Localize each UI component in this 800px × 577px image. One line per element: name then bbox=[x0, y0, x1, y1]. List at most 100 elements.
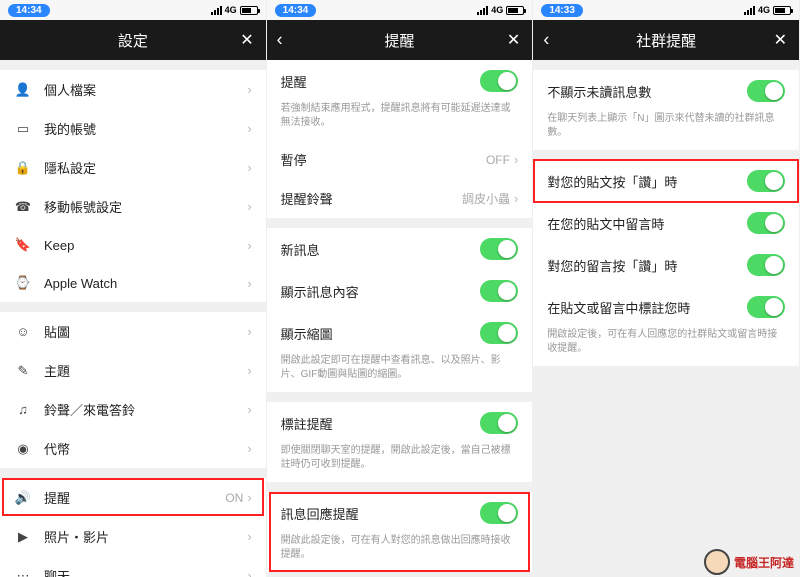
nav-title: 社群提醒 bbox=[636, 30, 696, 51]
status-bar: 14:34 4G bbox=[0, 0, 266, 20]
row-privacy[interactable]: 🔒隱私設定› bbox=[0, 148, 266, 187]
chevron-right-icon: › bbox=[247, 363, 251, 378]
chevron-right-icon: › bbox=[247, 160, 251, 175]
nav-title: 設定 bbox=[118, 30, 148, 51]
row-showcontent[interactable]: 顯示訊息內容 bbox=[267, 270, 533, 312]
status-indicators: 4G bbox=[744, 5, 791, 15]
subtext: 即使關閉聊天室的提醒，開啟此設定後，當自己被標註時仍可收到提醒。 bbox=[267, 444, 533, 482]
row-ringtone[interactable]: ♫鈴聲／來電答鈴› bbox=[0, 390, 266, 429]
row-notifications[interactable]: 🔊提醒ON› bbox=[0, 478, 266, 517]
network-label: 4G bbox=[491, 5, 503, 15]
signal-icon bbox=[477, 6, 488, 15]
row-comment-like[interactable]: 對您的留言按「讚」時 bbox=[533, 244, 799, 286]
chevron-right-icon: › bbox=[247, 238, 251, 253]
row-move-account[interactable]: ☎移動帳號設定› bbox=[0, 187, 266, 226]
coin-icon: ◉ bbox=[14, 441, 32, 457]
chevron-right-icon: › bbox=[247, 121, 251, 136]
row-newmsg[interactable]: 新訊息 bbox=[267, 228, 533, 270]
signal-icon bbox=[211, 6, 222, 15]
row-theme[interactable]: ✎主題› bbox=[0, 351, 266, 390]
toggle[interactable] bbox=[480, 502, 518, 524]
status-time: 14:34 bbox=[8, 4, 50, 17]
chevron-right-icon: › bbox=[247, 82, 251, 97]
toggle[interactable] bbox=[480, 238, 518, 260]
status-indicators: 4G bbox=[477, 5, 524, 15]
status-indicators: 4G bbox=[211, 5, 258, 15]
subtext: 在聊天列表上顯示「N」圖示來代替未讀的社群訊息數。 bbox=[533, 112, 799, 150]
battery-icon bbox=[773, 6, 791, 15]
chevron-right-icon: › bbox=[247, 529, 251, 544]
network-label: 4G bbox=[758, 5, 770, 15]
chevron-right-icon: › bbox=[247, 324, 251, 339]
row-applewatch[interactable]: ⌚Apple Watch› bbox=[0, 264, 266, 302]
status-time: 14:33 bbox=[541, 4, 583, 17]
subtext: 開啟設定後，可在有人回應您的社群貼文或留言時接收提醒。 bbox=[533, 328, 799, 366]
row-photos[interactable]: ▶照片・影片› bbox=[0, 517, 266, 556]
row-account[interactable]: ▭我的帳號› bbox=[0, 109, 266, 148]
chat-icon: ⋯ bbox=[14, 568, 32, 577]
chevron-right-icon: › bbox=[247, 490, 251, 505]
row-hide-unread[interactable]: 不顯示未讀訊息數 bbox=[533, 70, 799, 112]
toggle[interactable] bbox=[747, 296, 785, 318]
transfer-icon: ☎ bbox=[14, 199, 32, 215]
row-post-comment[interactable]: 在您的貼文中留言時 bbox=[533, 202, 799, 244]
nav-bar: ‹ 社群提醒 ✕ bbox=[533, 20, 799, 60]
row-coin[interactable]: ◉代幣› bbox=[0, 429, 266, 468]
row-stickers[interactable]: ☺貼圖› bbox=[0, 312, 266, 351]
chevron-right-icon: › bbox=[247, 276, 251, 291]
chevron-right-icon: › bbox=[247, 568, 251, 577]
status-time: 14:34 bbox=[275, 4, 317, 17]
row-mention[interactable]: 標註提醒 bbox=[267, 402, 533, 444]
row-sound[interactable]: 提醒鈴聲調皮小蟲› bbox=[267, 179, 533, 218]
watermark: 電腦王阿達 bbox=[704, 549, 794, 575]
close-icon[interactable]: ✕ bbox=[240, 30, 253, 50]
row-chat[interactable]: ⋯聊天› bbox=[0, 556, 266, 577]
community-list[interactable]: 不顯示未讀訊息數 在聊天列表上顯示「N」圖示來代替未讀的社群訊息數。 對您的貼文… bbox=[533, 60, 799, 577]
battery-icon bbox=[506, 6, 524, 15]
signal-icon bbox=[744, 6, 755, 15]
row-profile[interactable]: 👤個人檔案› bbox=[0, 70, 266, 109]
row-reaction[interactable]: 訊息回應提醒 bbox=[267, 492, 533, 534]
subtext: 開啟此設定即可在提醒中查看訊息、以及照片、影片、GIF動圖與貼圖的縮圖。 bbox=[267, 354, 533, 392]
row-pause[interactable]: 暫停OFF› bbox=[267, 140, 533, 179]
nav-bar: 設定 ✕ bbox=[0, 20, 266, 60]
toggle[interactable] bbox=[747, 212, 785, 234]
toggle[interactable] bbox=[480, 280, 518, 302]
battery-icon bbox=[240, 6, 258, 15]
settings-list[interactable]: 👤個人檔案› ▭我的帳號› 🔒隱私設定› ☎移動帳號設定› 🔖Keep› ⌚Ap… bbox=[0, 60, 266, 577]
toggle[interactable] bbox=[747, 80, 785, 102]
back-icon[interactable]: ‹ bbox=[543, 30, 549, 51]
toggle[interactable] bbox=[480, 70, 518, 92]
close-icon[interactable]: ✕ bbox=[507, 30, 520, 50]
bookmark-icon: 🔖 bbox=[14, 237, 32, 253]
status-bar: 14:33 4G bbox=[533, 0, 799, 20]
phone-notifications: 14:34 4G ‹ 提醒 ✕ 提醒 若強制結束應用程式，提醒訊息將有可能延遲送… bbox=[267, 0, 534, 577]
row-tag[interactable]: 在貼文或留言中標註您時 bbox=[533, 286, 799, 328]
lock-icon: 🔒 bbox=[14, 160, 32, 176]
phone-settings: 14:34 4G 設定 ✕ 👤個人檔案› ▭我的帳號› 🔒隱私設定› ☎移動帳號… bbox=[0, 0, 267, 577]
toggle[interactable] bbox=[747, 254, 785, 276]
toggle[interactable] bbox=[747, 170, 785, 192]
close-icon[interactable]: ✕ bbox=[774, 30, 787, 50]
toggle[interactable] bbox=[480, 412, 518, 434]
person-icon: 👤 bbox=[14, 82, 32, 98]
toggle[interactable] bbox=[480, 322, 518, 344]
chevron-right-icon: › bbox=[514, 152, 518, 167]
brush-icon: ✎ bbox=[14, 363, 32, 379]
row-keep[interactable]: 🔖Keep› bbox=[0, 226, 266, 264]
chevron-right-icon: › bbox=[247, 402, 251, 417]
chevron-right-icon: › bbox=[247, 441, 251, 456]
back-icon[interactable]: ‹ bbox=[277, 30, 283, 51]
speaker-icon: 🔊 bbox=[14, 490, 32, 506]
notification-list[interactable]: 提醒 若強制結束應用程式，提醒訊息將有可能延遲送達或無法接收。 暫停OFF› 提… bbox=[267, 60, 533, 577]
watch-icon: ⌚ bbox=[14, 275, 32, 291]
music-icon: ♫ bbox=[14, 402, 32, 417]
status-bar: 14:34 4G bbox=[267, 0, 533, 20]
nav-bar: ‹ 提醒 ✕ bbox=[267, 20, 533, 60]
row-post-like[interactable]: 對您的貼文按「讚」時 bbox=[533, 160, 799, 202]
phone-community: 14:33 4G ‹ 社群提醒 ✕ 不顯示未讀訊息數 在聊天列表上顯示「N」圖示… bbox=[533, 0, 800, 577]
network-label: 4G bbox=[225, 5, 237, 15]
row-showthumb[interactable]: 顯示縮圖 bbox=[267, 312, 533, 354]
row-notify-master[interactable]: 提醒 bbox=[267, 60, 533, 102]
watermark-text: 電腦王阿達 bbox=[734, 554, 794, 571]
